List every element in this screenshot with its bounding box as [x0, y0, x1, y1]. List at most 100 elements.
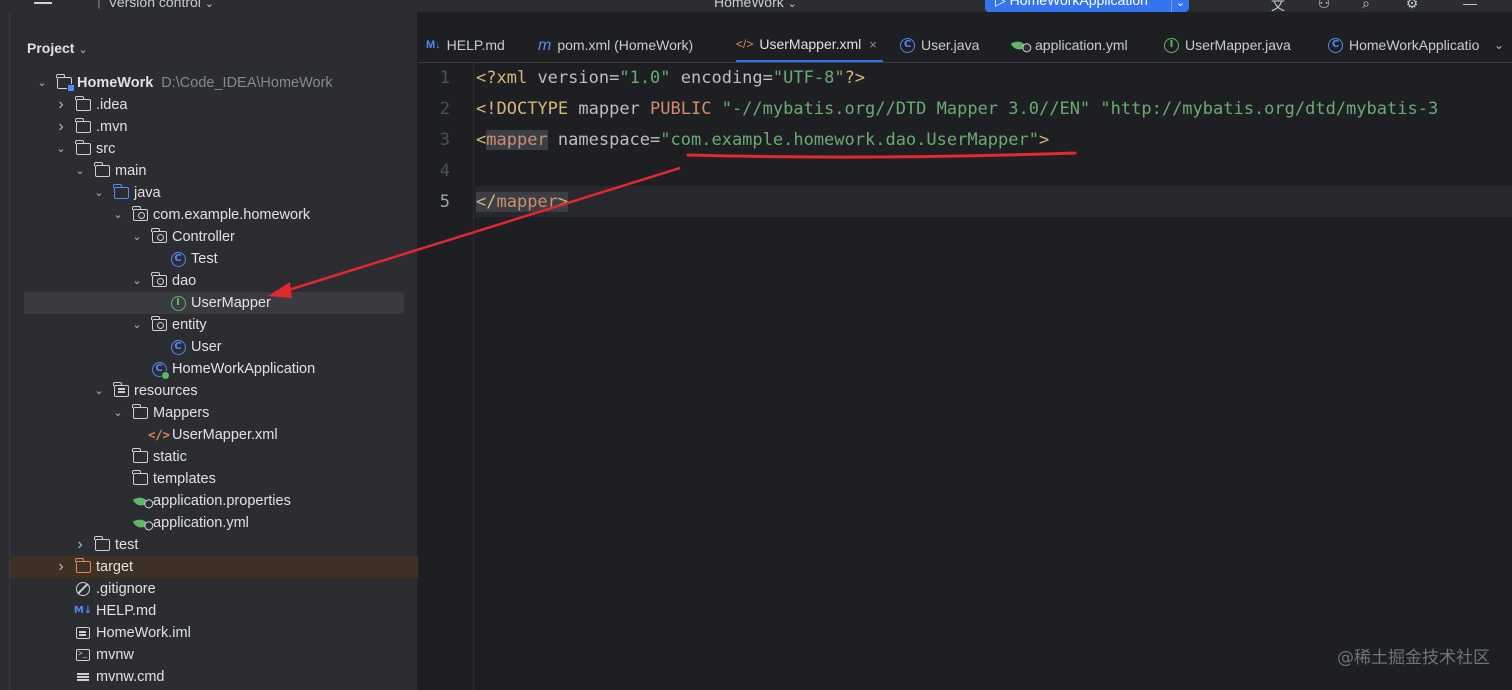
tree-item[interactable]: ⌄ HomeWork D:\Code_IDEA\HomeWork: [10, 72, 418, 94]
chevron-down-icon: ⌄: [78, 44, 88, 56]
tree-item[interactable]: application.yml: [10, 512, 418, 534]
tree-item[interactable]: ⌄ src: [10, 138, 418, 160]
chevron-down-icon[interactable]: ⌄: [36, 72, 48, 94]
chevron-down-icon[interactable]: ⌄: [1171, 0, 1189, 12]
editor-tab[interactable]: C User.java: [900, 28, 979, 62]
chevron-down-icon[interactable]: ⌄: [131, 314, 143, 336]
editor-tab[interactable]: C HomeWorkApplicatio: [1328, 28, 1480, 62]
tree-item-path-hint: D:\Code_IDEA\HomeWork: [161, 75, 333, 91]
tree-item[interactable]: </> UserMapper.xml: [10, 424, 418, 446]
tree-item[interactable]: C HomeWorkApplication: [10, 358, 418, 380]
tree-item[interactable]: I UserMapper: [10, 292, 418, 314]
tree-item[interactable]: mvnw.cmd: [10, 666, 418, 688]
package-icon: [151, 226, 167, 248]
chevron-down-icon[interactable]: ⌄: [55, 138, 67, 160]
tree-item[interactable]: ⌄ Controller: [10, 226, 418, 248]
editor-tab[interactable]: application.yml: [1010, 28, 1128, 62]
chevron-down-icon[interactable]: ⌄: [93, 380, 105, 402]
tree-item[interactable]: C User: [10, 336, 418, 358]
hamburger-menu-icon[interactable]: [34, 0, 52, 10]
editor-tab-label: UserMapper.java: [1185, 37, 1291, 53]
spring-app-icon: C: [1328, 38, 1343, 53]
tree-item[interactable]: templates: [10, 468, 418, 490]
editor-tab[interactable]: M↓ HELP.md: [426, 28, 505, 62]
editor-tab-label: HomeWorkApplicatio: [1349, 37, 1480, 53]
tree-item-label: application.properties: [153, 493, 291, 509]
folder-icon: [75, 116, 91, 138]
code-line-2: <!DOCTYPE mapper PUBLIC "-//mybatis.org/…: [476, 99, 1439, 119]
tree-item[interactable]: static: [10, 446, 418, 468]
tree-item[interactable]: HomeWork.iml: [10, 622, 418, 644]
run-configuration-button[interactable]: ▷ HomeWorkApplication ⌄: [985, 0, 1189, 12]
tree-item[interactable]: >_ mvnw: [10, 644, 418, 666]
tree-item[interactable]: ⌄ main: [10, 160, 418, 182]
project-switcher[interactable]: HomeWork ⌄: [714, 0, 797, 10]
project-panel-title-label: Project: [27, 40, 75, 56]
chevron-down-icon[interactable]: ⌄: [1494, 28, 1504, 62]
add-user-icon[interactable]: ⚇: [1316, 0, 1332, 11]
code-content[interactable]: <?xml version="1.0" encoding="UTF-8"?> <…: [476, 63, 1438, 212]
tree-item-label: entity: [172, 317, 207, 333]
watermark: @稀土掘金技术社区: [1337, 648, 1490, 668]
line-number: 2: [439, 99, 450, 119]
package-icon: [151, 314, 167, 336]
tree-item[interactable]: ⌄ entity: [10, 314, 418, 336]
chevron-down-icon[interactable]: ⌄: [93, 182, 105, 204]
tree-item[interactable]: › .idea: [10, 94, 418, 116]
version-control-menu[interactable]: ᚴ Version control ⌄: [96, 0, 214, 10]
search-icon[interactable]: ⌕: [1358, 0, 1374, 11]
tree-item[interactable]: application.properties: [10, 490, 418, 512]
editor-tab[interactable]: m pom.xml (HomeWork): [538, 28, 694, 62]
markdown-file-icon: M↓: [73, 605, 93, 616]
line-number: 4: [439, 161, 450, 181]
tree-item[interactable]: ⌄ dao: [10, 270, 418, 292]
branch-icon: ᚴ: [96, 0, 105, 10]
editor-tab-label: pom.xml (HomeWork): [557, 37, 694, 53]
chevron-right-icon[interactable]: ›: [55, 94, 67, 116]
folder-icon: [94, 160, 110, 182]
tree-item[interactable]: M↓ HELP.md: [10, 600, 418, 622]
editor-tab-bar: ⌄ M↓ HELP.md m pom.xml (HomeWork) </> UserMap…: [418, 28, 1512, 63]
editor-tab-label: HELP.md: [446, 37, 505, 53]
tree-item-label: .idea: [96, 97, 128, 113]
chevron-down-icon[interactable]: ⌄: [112, 402, 124, 424]
tool-window-stripe: [0, 12, 10, 690]
code-editor[interactable]: 1 2 3 4 5 <?xml version="1.0" encoding="UTF-…: [418, 63, 1512, 690]
tree-item[interactable]: ⌄ Mappers: [10, 402, 418, 424]
class-icon: C: [170, 336, 186, 358]
tree-item-label: test: [115, 537, 139, 553]
editor-tab[interactable]: I UserMapper.java: [1164, 28, 1291, 62]
tree-item[interactable]: › target: [10, 556, 418, 578]
tree-item[interactable]: .gitignore: [10, 578, 418, 600]
project-panel-title[interactable]: Project ⌄: [27, 40, 88, 56]
tree-item-label: src: [96, 141, 116, 157]
chevron-right-icon[interactable]: ›: [74, 534, 86, 556]
chevron-down-icon[interactable]: ⌄: [131, 226, 143, 248]
chevron-right-icon[interactable]: ›: [55, 116, 67, 138]
editor-tab[interactable]: </> UserMapper.xml ×: [736, 28, 883, 62]
chevron-down-icon[interactable]: ⌄: [112, 204, 124, 226]
tree-item[interactable]: › .mvn: [10, 116, 418, 138]
tree-item[interactable]: ⌄ com.example.homework: [10, 204, 418, 226]
tree-item[interactable]: ⌄ resources: [10, 380, 418, 402]
chevron-right-icon[interactable]: ›: [55, 556, 67, 578]
xml-file-icon: </>: [148, 428, 170, 442]
tree-item[interactable]: ⌄ java: [10, 182, 418, 204]
code-line-1: <?xml version="1.0" encoding="UTF-8"?>: [476, 68, 866, 88]
close-icon[interactable]: ×: [869, 28, 877, 62]
tree-item-label: HomeWork: [77, 75, 154, 91]
minimize-icon[interactable]: —: [1462, 0, 1478, 11]
tree-item-label: static: [153, 449, 187, 465]
spring-config-icon: [132, 490, 148, 512]
tree-item-label: com.example.homework: [153, 207, 311, 223]
settings-icon[interactable]: ⚙: [1404, 0, 1420, 11]
chevron-down-icon[interactable]: ⌄: [74, 160, 86, 182]
shell-file-icon: >_: [75, 644, 91, 666]
chevron-down-icon[interactable]: ⌄: [131, 270, 143, 292]
tree-item[interactable]: C Test: [10, 248, 418, 270]
translate-icon[interactable]: 文: [1270, 0, 1286, 12]
tree-item-label: mvnw: [96, 647, 134, 663]
tree-item-label: target: [96, 559, 134, 575]
tree-item[interactable]: › test: [10, 534, 418, 556]
line-number-gutter: 1 2 3 4 5: [418, 63, 474, 690]
